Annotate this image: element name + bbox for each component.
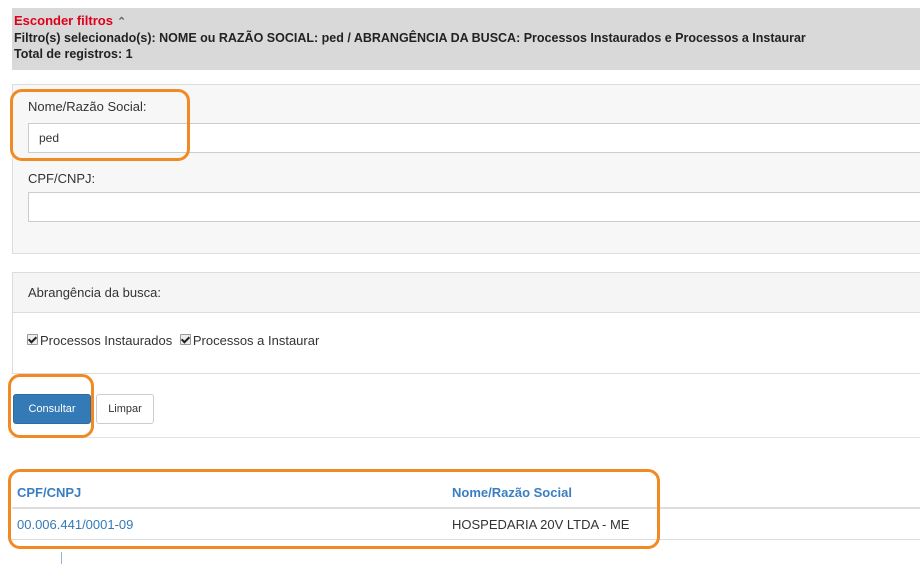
scope-heading: Abrangência da busca: [13, 273, 920, 313]
double-chevron-up-icon[interactable]: ⌃ [117, 16, 126, 28]
table-header-row: CPF/CNPJ Nome/Razão Social [12, 477, 920, 509]
cpf-field-label: CPF/CNPJ: [28, 171, 96, 186]
table-cell-cpf-cnpj: 00.006.441/0001-09 [12, 508, 447, 540]
name-field-label: Nome/Razão Social: [28, 99, 147, 114]
text-cursor-icon [61, 552, 62, 564]
results-table: CPF/CNPJ Nome/Razão Social 00.006.441/00… [12, 477, 920, 540]
hide-filters-link[interactable]: Esconder filtros [14, 13, 113, 28]
scope-option-a-instaurar[interactable]: Processos a Instaurar [179, 333, 320, 348]
scope-option-instaurados[interactable]: Processos Instaurados [27, 333, 172, 348]
search-button[interactable]: Consultar [13, 394, 91, 424]
column-header-cpf-cnpj[interactable]: CPF/CNPJ [12, 477, 447, 509]
total-records-text: Total de registros: 1 [14, 47, 133, 61]
cpf-field[interactable] [28, 192, 920, 222]
divider [12, 437, 920, 438]
table-cell-name: HOSPEDARIA 20V LTDA - ME [447, 508, 920, 540]
search-scope-panel: Abrangência da busca: Processos Instaura… [12, 272, 920, 374]
scope-option-label: Processos Instaurados [40, 333, 173, 348]
selected-filters-text: Filtro(s) selecionado(s): NOME ou RAZÃO … [14, 31, 806, 45]
cpf-cnpj-link[interactable]: 00.006.441/0001-09 [17, 517, 133, 532]
scope-options: Processos Instaurados Processos a Instau… [27, 333, 323, 348]
scope-option-label: Processos a Instaurar [192, 333, 320, 348]
filter-summary-bar: Esconder filtros ⌃ Filtro(s) selecionado(… [12, 8, 920, 70]
checkbox-checked-icon[interactable] [27, 334, 38, 345]
name-field[interactable] [28, 123, 920, 153]
column-header-name[interactable]: Nome/Razão Social [447, 477, 920, 509]
clear-button[interactable]: Limpar [96, 394, 154, 424]
table-row: 00.006.441/0001-09 HOSPEDARIA 20V LTDA -… [12, 508, 920, 540]
checkbox-checked-icon[interactable] [179, 334, 191, 345]
search-form-panel: Nome/Razão Social: CPF/CNPJ: [12, 84, 920, 254]
